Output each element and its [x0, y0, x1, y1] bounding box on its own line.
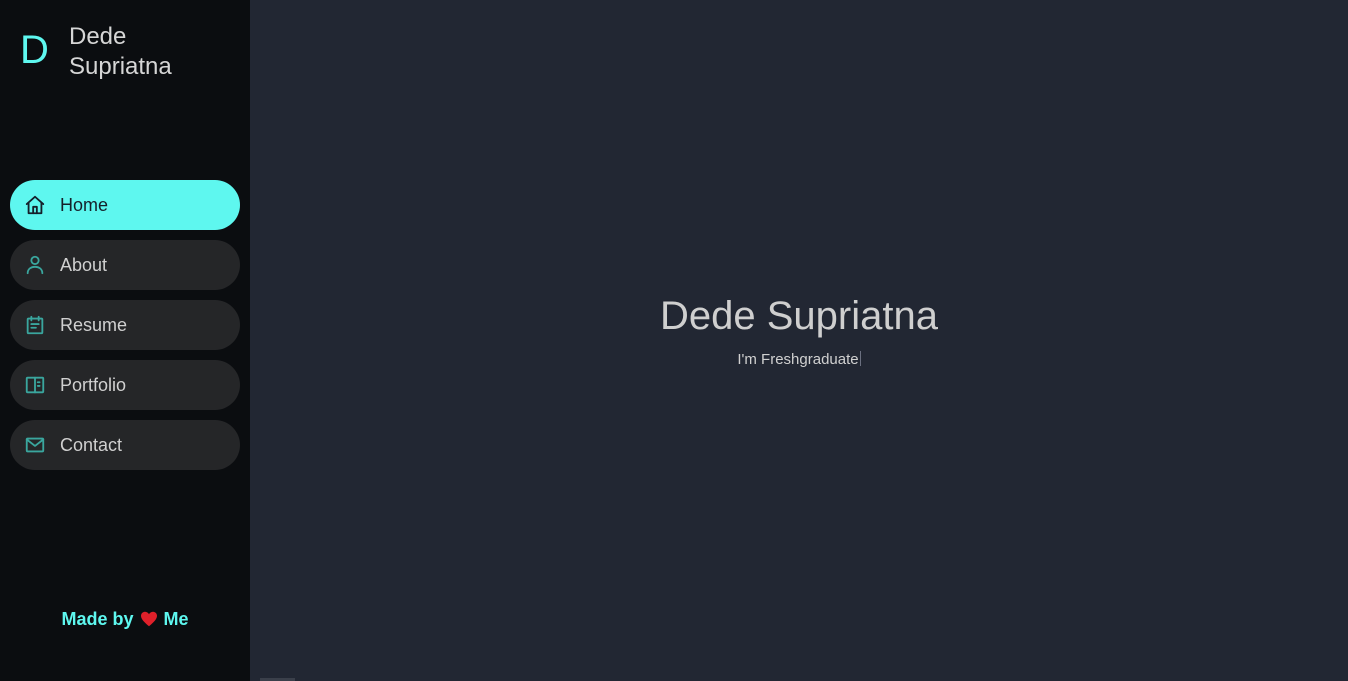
mail-icon — [23, 433, 47, 457]
main-content: Dede Supriatna I'm Freshgraduate — [250, 0, 1348, 681]
brand[interactable]: D Dede Supriatna — [20, 22, 229, 82]
brand-name: Dede Supriatna — [69, 23, 172, 80]
sidebar-item-about[interactable]: About — [10, 240, 240, 290]
sidebar-item-label: Resume — [60, 314, 128, 335]
typing-cursor — [859, 351, 861, 366]
heart-icon — [140, 611, 158, 632]
user-icon — [23, 253, 47, 277]
sidebar-item-home[interactable]: Home — [10, 180, 240, 230]
home-icon — [23, 193, 47, 217]
hero-title: Dede Supriatna — [660, 294, 938, 338]
footer-prefix: Made by — [61, 609, 134, 629]
sidebar-item-label: Contact — [60, 434, 123, 455]
typed-text: I'm Freshgraduate — [737, 351, 859, 368]
sidebar-item-label: About — [60, 254, 108, 275]
calendar-icon — [23, 313, 47, 337]
sidebar-item-contact[interactable]: Contact — [10, 420, 240, 470]
sidebar-item-label: Portfolio — [60, 374, 127, 395]
footer-suffix: Me — [163, 609, 189, 629]
sidebar-item-label: Home — [60, 194, 109, 215]
sidebar-item-portfolio[interactable]: Portfolio — [10, 360, 240, 410]
sidebar: D Dede Supriatna Home About Resume Portf… — [0, 0, 250, 681]
sidebar-nav: Home About Resume Portfolio Contact — [10, 180, 240, 480]
brand-logo-letter: D — [20, 28, 49, 72]
hero-subtitle: I'm Freshgraduate — [250, 351, 1348, 368]
portfolio-icon — [23, 373, 47, 397]
sidebar-footer: Made by Me — [0, 609, 250, 632]
sidebar-item-resume[interactable]: Resume — [10, 300, 240, 350]
